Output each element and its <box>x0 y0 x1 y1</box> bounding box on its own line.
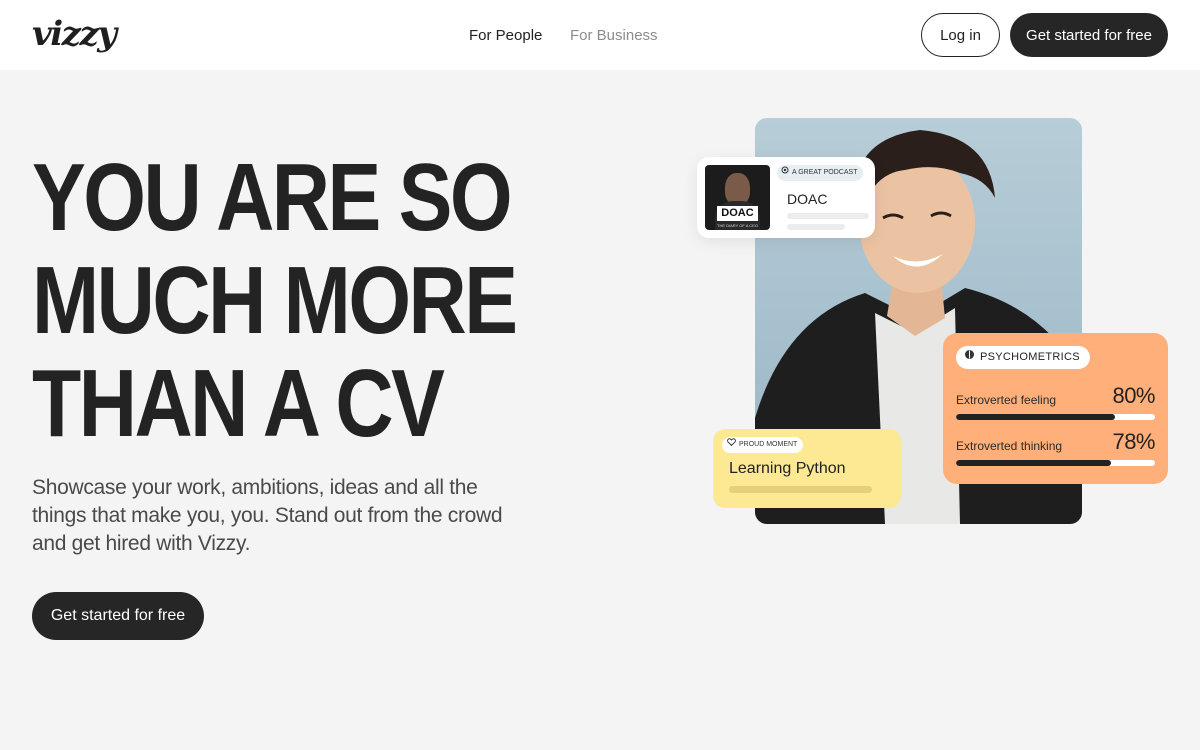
trait-bar-fill <box>956 460 1112 466</box>
podcast-thumbnail-caption: THE DIARY OF A CEO <box>717 223 758 228</box>
podcast-title: DOAC <box>787 191 828 207</box>
podcast-thumbnail-text: DOAC <box>717 206 758 221</box>
trait-value: 80% <box>1112 383 1155 408</box>
proud-moment-title: Learning Python <box>729 460 846 477</box>
skeleton-line <box>787 224 845 230</box>
vizzy-logo[interactable]: vizzy <box>32 12 117 56</box>
brain-icon <box>964 346 975 369</box>
trait-bar-fill <box>956 414 1116 420</box>
proud-moment-badge-label: PROUD MOMENT <box>739 441 798 448</box>
login-button[interactable]: Log in <box>921 13 1000 57</box>
trait-value: 78% <box>1112 429 1155 454</box>
podcast-thumbnail: DOAC THE DIARY OF A CEO <box>705 165 770 230</box>
trait-bar-track <box>956 460 1155 466</box>
nav-for-business[interactable]: For Business <box>570 27 658 45</box>
psychometrics-badge-label: PSYCHOMETRICS <box>980 351 1080 363</box>
psychometrics-card: PSYCHOMETRICS Extroverted feeling 80% Ex… <box>943 333 1168 484</box>
skeleton-line <box>729 486 872 493</box>
podcast-card: DOAC THE DIARY OF A CEO A GREAT PODCAST … <box>697 157 875 238</box>
hero-title: YOU ARE SO MUCH MORE THAN A CV <box>32 144 518 457</box>
nav-for-people[interactable]: For People <box>469 27 542 45</box>
hero-title-line: MUCH MORE <box>32 247 518 354</box>
hero-title-line: YOU ARE SO <box>32 144 513 251</box>
get-started-header-button[interactable]: Get started for free <box>1010 13 1168 57</box>
psychometrics-badge: PSYCHOMETRICS <box>956 346 1090 369</box>
trait-bar-track <box>956 414 1155 420</box>
podcast-badge-label: A GREAT PODCAST <box>792 169 858 176</box>
site-header: vizzy For People For Business Log in Get… <box>0 0 1200 70</box>
hero-title-line: THAN A CV <box>32 350 445 457</box>
heart-icon <box>727 437 736 453</box>
proud-moment-badge: PROUD MOMENT <box>722 437 804 453</box>
trait-label: Extroverted feeling <box>956 393 1057 407</box>
microphone-icon <box>781 165 789 181</box>
podcast-badge: A GREAT PODCAST <box>777 165 864 181</box>
get-started-hero-button[interactable]: Get started for free <box>32 592 204 640</box>
proud-moment-card: PROUD MOMENT Learning Python <box>713 429 901 508</box>
skeleton-line <box>787 213 869 219</box>
trait-label: Extroverted thinking <box>956 439 1063 453</box>
hero-subtitle: Showcase your work, ambitions, ideas and… <box>32 476 503 555</box>
